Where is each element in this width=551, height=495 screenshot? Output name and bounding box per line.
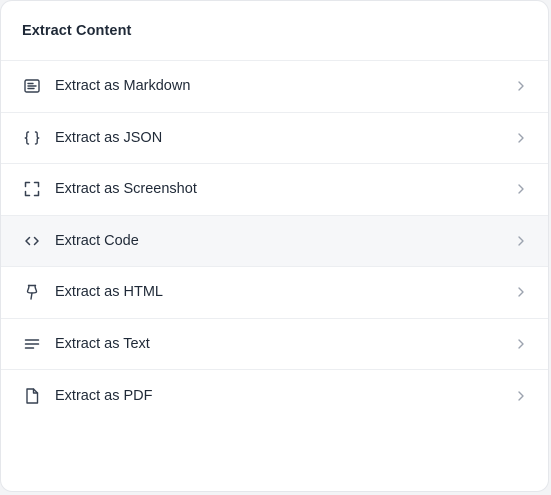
chevron-right-icon — [516, 390, 526, 402]
extract-html-label: Extract as HTML — [55, 284, 163, 301]
chevron-right-icon — [516, 183, 526, 195]
extract-markdown-item[interactable]: Extract as Markdown — [1, 61, 548, 113]
braces-icon — [23, 129, 41, 147]
screenshot-frame-icon — [23, 180, 41, 198]
extract-pdf-label: Extract as PDF — [55, 387, 153, 404]
chevron-right-icon — [516, 80, 526, 92]
extract-pdf-item[interactable]: Extract as PDF — [1, 370, 548, 422]
extract-screenshot-item[interactable]: Extract as Screenshot — [1, 164, 548, 216]
chevron-right-icon — [516, 132, 526, 144]
extract-code-label: Extract Code — [55, 232, 139, 249]
extract-json-label: Extract as JSON — [55, 129, 163, 146]
extract-screenshot-label: Extract as Screenshot — [55, 181, 197, 198]
extract-text-item[interactable]: Extract as Text — [1, 319, 548, 370]
file-icon — [23, 387, 41, 405]
extract-options-list: Extract as Markdown Extract as JSON Extr… — [1, 61, 548, 422]
extract-content-panel: Extract Content Extract as Markdown Extr… — [0, 0, 549, 492]
extract-json-item[interactable]: Extract as JSON — [1, 113, 548, 164]
extract-html-item[interactable]: Extract as HTML — [1, 267, 548, 319]
extract-code-item[interactable]: Extract Code — [1, 215, 548, 267]
markdown-icon — [23, 77, 41, 95]
chevron-right-icon — [516, 235, 526, 247]
panel-header: Extract Content — [1, 1, 548, 61]
extract-text-label: Extract as Text — [55, 335, 150, 352]
text-lines-icon — [23, 335, 41, 353]
extract-markdown-label: Extract as Markdown — [55, 78, 191, 95]
panel-title: Extract Content — [22, 22, 132, 39]
chevron-right-icon — [516, 286, 526, 298]
code-icon — [23, 232, 41, 250]
chevron-right-icon — [516, 338, 526, 350]
pin-icon — [23, 283, 41, 301]
